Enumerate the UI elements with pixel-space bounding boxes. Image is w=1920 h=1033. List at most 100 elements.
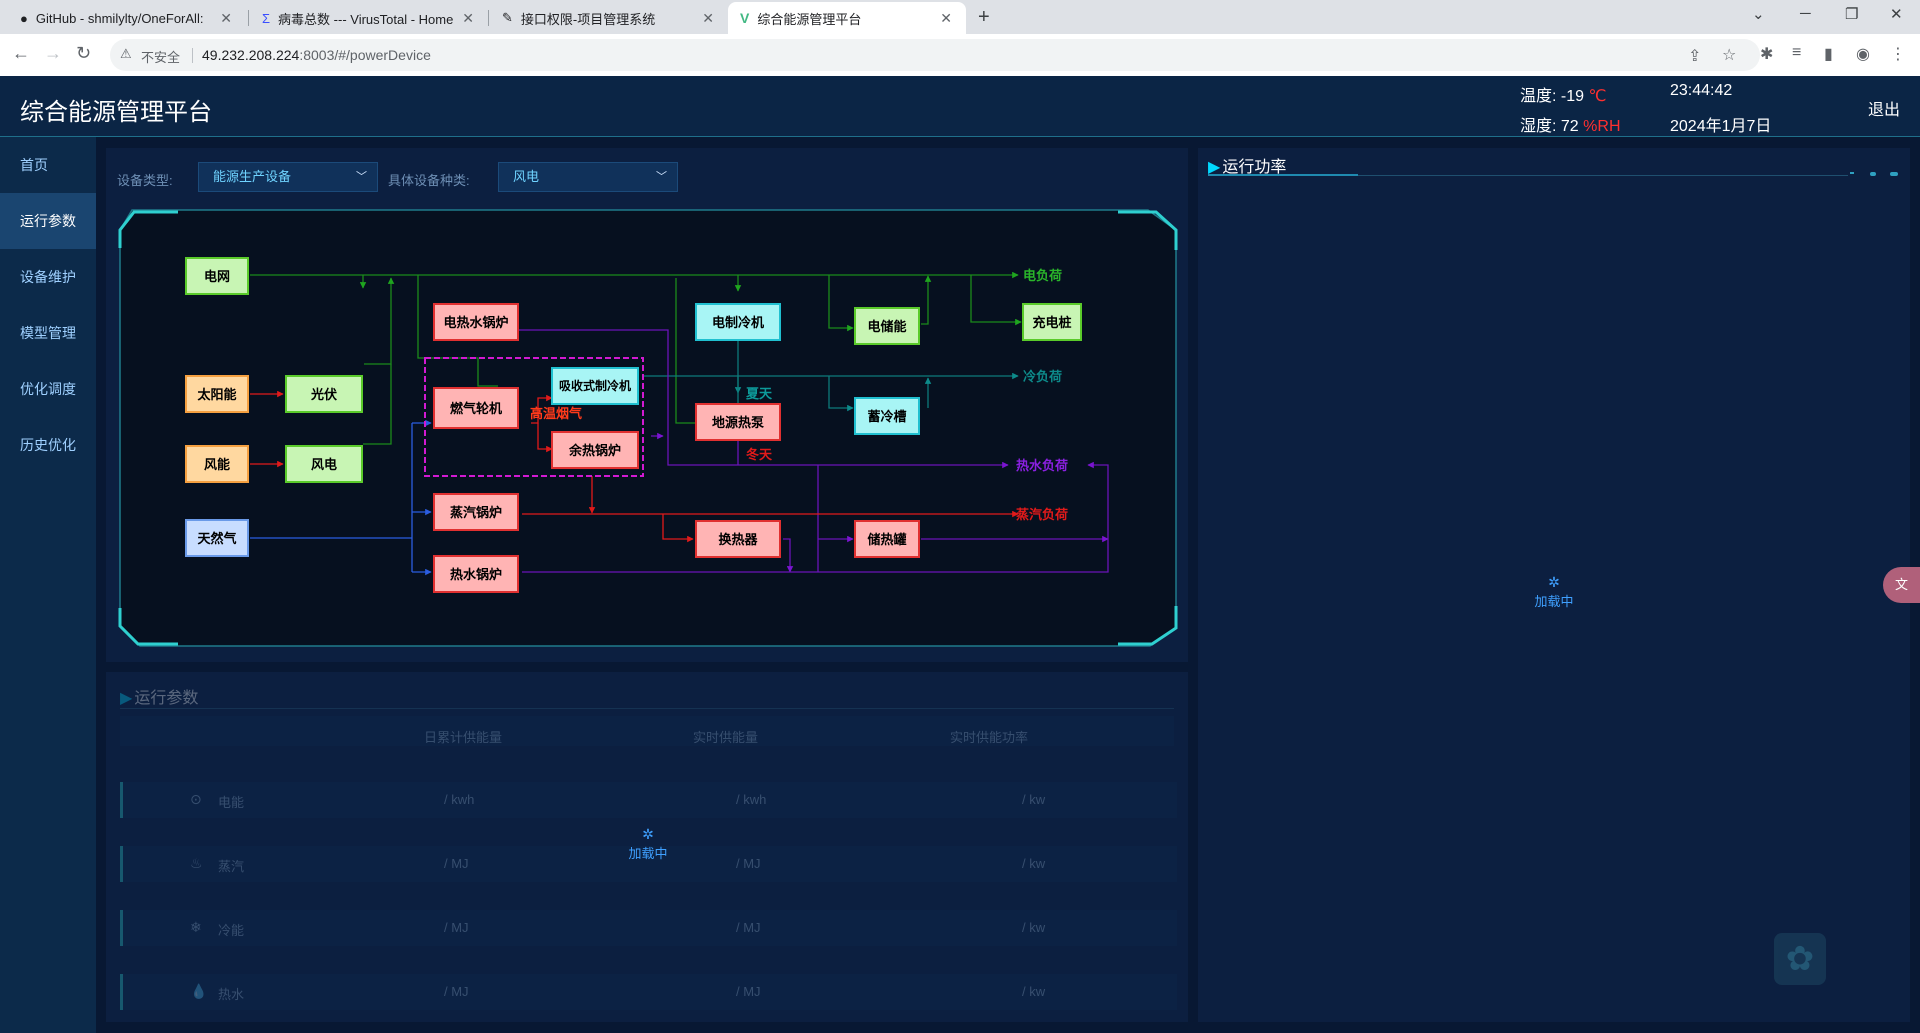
pen-icon: ✎ bbox=[502, 10, 513, 25]
node-wind-power: 风电 bbox=[285, 445, 363, 483]
node-pv-label: 光伏 bbox=[310, 387, 337, 402]
tab-project-system[interactable]: ✎ 接口权限-项目管理系统 ✕ bbox=[490, 2, 728, 34]
run-power-loading: ✲ 加载中 bbox=[1514, 574, 1594, 610]
title-triangle-icon: ▶ bbox=[120, 690, 133, 707]
address-bar[interactable]: ⚠ 不安全 49.232.208.224:8003/#/powerDevice … bbox=[110, 39, 1760, 71]
node-waste-heat-boiler: 余热锅炉 bbox=[551, 431, 639, 469]
temperature-label: 温度: bbox=[1520, 88, 1557, 105]
row-label: 热水 bbox=[218, 987, 245, 1002]
back-icon[interactable]: ← bbox=[12, 43, 30, 64]
node-grid: 电网 bbox=[185, 257, 249, 295]
close-tab-icon[interactable]: ✕ bbox=[702, 10, 714, 27]
logout-button[interactable]: 退出 bbox=[1868, 96, 1900, 120]
clock-date: 2024年1月7日 bbox=[1670, 118, 1772, 135]
menu-icon[interactable]: ⋮ bbox=[1890, 44, 1906, 64]
extensions-icon[interactable]: ✱ bbox=[1760, 44, 1773, 64]
title-dot bbox=[1870, 172, 1876, 176]
node-elec-chiller-label: 电制冷机 bbox=[712, 315, 764, 330]
github-icon: ● bbox=[20, 10, 28, 26]
summer-label: 夏天 bbox=[745, 386, 773, 401]
share-icon[interactable]: ⇪ bbox=[1688, 46, 1701, 66]
close-window-icon[interactable]: ✕ bbox=[1890, 5, 1903, 23]
sidebar-item-device-maintenance[interactable]: 设备维护 bbox=[0, 249, 96, 305]
table-row bbox=[120, 910, 1177, 946]
node-wind: 风能 bbox=[185, 445, 249, 483]
energy-flow-svg: 电网 太阳能 光伏 风能 风电 天然气 电热水锅炉 燃气轮机 吸收式制冷机 余热… bbox=[118, 209, 1178, 647]
row-unit: / MJ bbox=[736, 856, 761, 871]
close-tab-icon[interactable]: ✕ bbox=[940, 10, 952, 27]
node-steam-boiler: 蒸汽锅炉 bbox=[433, 493, 519, 531]
col-header-realtime: 实时供能量 bbox=[693, 730, 759, 745]
reading-list-icon[interactable]: ≡ bbox=[1792, 44, 1801, 62]
device-kind-select[interactable]: 风电 ﹀ bbox=[498, 162, 678, 192]
row-label: 电能 bbox=[218, 795, 245, 810]
tab-title: 接口权限-项目管理系统 bbox=[520, 11, 656, 27]
tab-title: 综合能源管理平台 bbox=[757, 11, 862, 27]
tab-energy-platform[interactable]: V 综合能源管理平台 ✕ bbox=[728, 2, 966, 34]
chevron-down-icon: ﹀ bbox=[656, 171, 667, 183]
col-header-power: 实时供能功率 bbox=[950, 730, 1029, 745]
sidebar: 首页 运行参数 设备维护 模型管理 优化调度 历史优化 bbox=[0, 137, 96, 1033]
node-gas-turbine-label: 燃气轮机 bbox=[450, 401, 502, 416]
restore-icon[interactable]: ❐ bbox=[1845, 5, 1858, 23]
close-tab-icon[interactable]: ✕ bbox=[462, 10, 474, 27]
forward-icon[interactable]: → bbox=[44, 43, 62, 64]
tab-separator bbox=[488, 10, 489, 26]
profile-icon[interactable]: ◉ bbox=[1856, 44, 1870, 64]
translate-icon[interactable]: 文 bbox=[1883, 567, 1920, 603]
node-waste-heat-label: 余热锅炉 bbox=[568, 443, 621, 458]
run-params-loading: ✲ 加载中 bbox=[608, 826, 688, 862]
tab-github[interactable]: ● GitHub - shmilylty/OneForAll: ✕ bbox=[8, 2, 246, 34]
electric-icon: ⊙ bbox=[190, 791, 202, 807]
tab-virustotal[interactable]: Σ 病毒总数 --- VirusTotal - Home ✕ bbox=[250, 2, 488, 34]
title-underline bbox=[1358, 175, 1848, 176]
row-unit: / MJ bbox=[736, 920, 761, 935]
winter-label: 冬天 bbox=[746, 447, 773, 462]
url-host: 49.232.208.224 bbox=[202, 47, 300, 63]
sidebar-item-history[interactable]: 历史优化 bbox=[0, 417, 96, 473]
row-unit: / MJ bbox=[444, 984, 469, 999]
node-gas-label: 天然气 bbox=[197, 531, 236, 546]
table-row bbox=[120, 782, 1177, 818]
node-exchanger-label: 换热器 bbox=[718, 532, 758, 547]
tab-title: GitHub - shmilylty/OneForAll: bbox=[35, 10, 204, 26]
row-label: 蒸汽 bbox=[218, 859, 245, 874]
url-text[interactable]: 49.232.208.224:8003/#/powerDevice bbox=[202, 47, 431, 63]
node-cold-storage: 蓄冷槽 bbox=[854, 397, 920, 435]
close-tab-icon[interactable]: ✕ bbox=[220, 10, 232, 27]
node-elec-storage-label: 电储能 bbox=[867, 319, 906, 334]
row-unit: / kw bbox=[1022, 856, 1046, 871]
node-charger-label: 充电桩 bbox=[1032, 315, 1071, 330]
device-type-select[interactable]: 能源生产设备 ﹀ bbox=[198, 162, 378, 192]
clock-time: 23:44:42 bbox=[1670, 82, 1733, 99]
row-unit: / kwh bbox=[736, 792, 767, 807]
humidity-value: 72 bbox=[1560, 118, 1579, 135]
new-tab-button[interactable]: + bbox=[978, 6, 990, 29]
sidebar-item-model-management[interactable]: 模型管理 bbox=[0, 305, 96, 361]
energy-flow-diagram: 电网 太阳能 光伏 风能 风电 天然气 电热水锅炉 燃气轮机 吸收式制冷机 余热… bbox=[118, 208, 1178, 648]
url-path: :8003/#/powerDevice bbox=[299, 47, 431, 63]
device-type-label: 设备类型: bbox=[117, 173, 173, 188]
browser-tab-strip: ● GitHub - shmilylty/OneForAll: ✕ Σ 病毒总数… bbox=[0, 0, 1920, 34]
virustotal-icon: Σ bbox=[262, 10, 271, 26]
minimize-icon[interactable]: ─ bbox=[1800, 5, 1811, 22]
star-icon[interactable]: ☆ bbox=[1722, 45, 1736, 65]
fan-logo-icon[interactable]: ✿ bbox=[1774, 933, 1826, 985]
row-unit: / kw bbox=[1022, 920, 1046, 935]
sidebar-item-run-params[interactable]: 运行参数 bbox=[0, 193, 96, 249]
node-wind-label: 风能 bbox=[204, 457, 230, 472]
run-params-title: ▶ 运行参数 bbox=[120, 690, 199, 707]
node-heat-storage: 储热罐 bbox=[854, 520, 920, 558]
tab-search-icon[interactable]: ⌄ bbox=[1752, 5, 1765, 23]
title-underline bbox=[120, 708, 1174, 709]
row-label: 冷能 bbox=[218, 923, 245, 938]
node-steam-boiler-label: 蒸汽锅炉 bbox=[450, 505, 502, 520]
side-panel-icon[interactable]: ▮ bbox=[1824, 44, 1833, 64]
node-heat-exchanger: 换热器 bbox=[695, 520, 781, 558]
sidebar-item-home[interactable]: 首页 bbox=[0, 137, 96, 193]
sidebar-item-optimization[interactable]: 优化调度 bbox=[0, 361, 96, 417]
water-icon: 💧 bbox=[190, 983, 208, 999]
reload-icon[interactable]: ↻ bbox=[76, 43, 91, 64]
node-solar: 太阳能 bbox=[185, 375, 249, 413]
spinner-icon: ✲ bbox=[642, 826, 654, 842]
